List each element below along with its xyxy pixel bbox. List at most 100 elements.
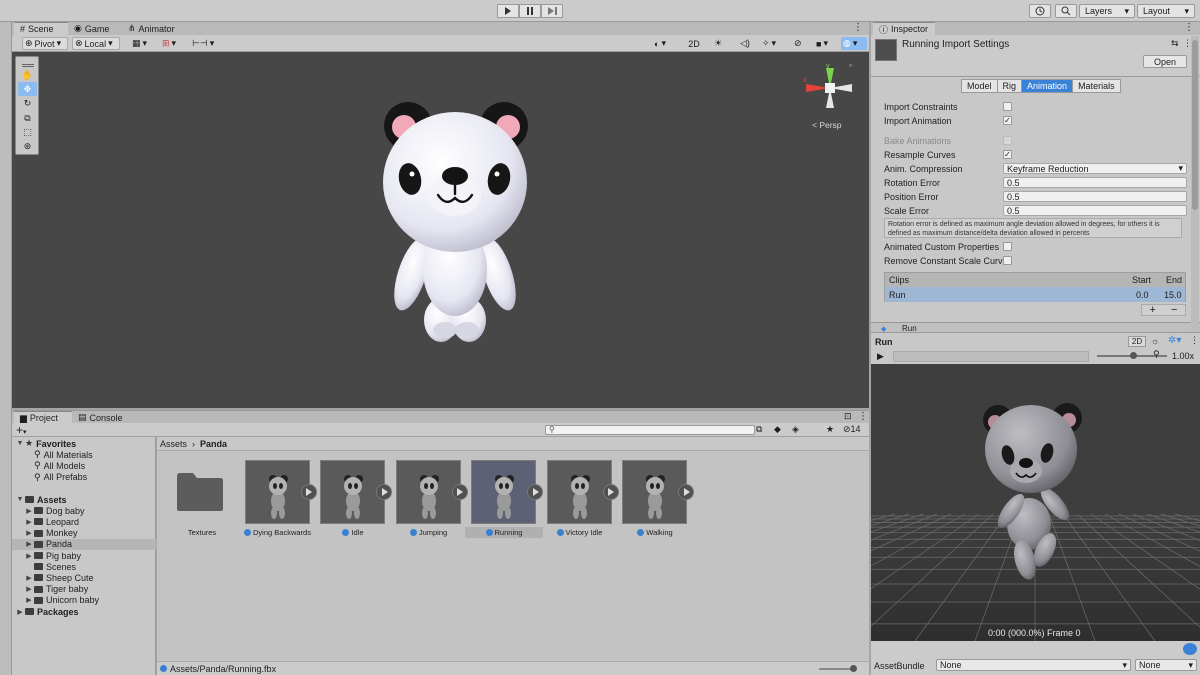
breadcrumb-panda[interactable]: Panda xyxy=(200,439,227,449)
align-button[interactable]: ⊢⊣ ▾ xyxy=(190,37,216,50)
remove-clip-button[interactable]: − xyxy=(1171,304,1177,316)
tree-item-dog-baby[interactable]: ▶ Dog baby xyxy=(12,505,156,516)
tab-animation[interactable]: Animation xyxy=(1021,79,1074,93)
speed-slider-thumb[interactable] xyxy=(1130,352,1137,359)
asset-idle[interactable]: Idle xyxy=(308,460,392,540)
local-toggle[interactable]: ⊗ Local ▾ xyxy=(72,37,120,50)
asset-jumping[interactable]: Jumping xyxy=(384,460,468,540)
preview-avatar-icon[interactable]: ✲▾ xyxy=(1168,335,1181,346)
lock-icon[interactable]: ⊡ xyxy=(844,411,852,422)
preview-light-icon[interactable]: ☼ xyxy=(1151,336,1159,346)
add-clip-button[interactable]: + xyxy=(1150,304,1156,316)
tag-icon[interactable] xyxy=(1183,643,1197,655)
tree-item-scenes[interactable]: Scenes xyxy=(12,561,156,572)
search-button[interactable] xyxy=(1055,4,1077,18)
tab-menu-icon[interactable]: ⋮ xyxy=(858,411,868,422)
asset-dying-backwards[interactable]: Dying Backwards xyxy=(233,460,317,540)
zoom-slider[interactable] xyxy=(819,665,858,672)
expand-arrow-icon[interactable]: ▼ xyxy=(15,440,25,447)
settings-icon[interactable]: ⇆ xyxy=(1171,38,1179,49)
remove-constant-scale-checkbox[interactable] xyxy=(1003,256,1012,265)
import-constraints-checkbox[interactable] xyxy=(1003,102,1012,111)
tree-item-all-prefabs[interactable]: ⚲ All Prefabs xyxy=(12,472,156,483)
anim-compression-select[interactable]: Keyframe Reduction ▾ xyxy=(1003,163,1187,174)
animation-preview[interactable]: 0:00 (000.0%) Frame 0 ● xyxy=(871,364,1200,641)
preview-menu-icon[interactable]: ⋮ xyxy=(1190,335,1199,346)
tab-inspector[interactable]: ⓘ Inspector xyxy=(873,22,935,35)
search-by-type-icon[interactable]: ⧉ xyxy=(756,424,762,435)
gizmos-button[interactable]: ◍ ▾ xyxy=(841,37,867,50)
collapse-arrow-icon[interactable]: ▶ xyxy=(24,540,34,548)
tab-game[interactable]: ◉ Game xyxy=(68,22,122,35)
pause-button[interactable] xyxy=(519,4,541,18)
saved-search-icon[interactable]: ◈ xyxy=(792,424,799,435)
animated-custom-properties-checkbox[interactable] xyxy=(1003,242,1012,251)
tree-item-unicorn-baby[interactable]: ▶ Unicorn baby xyxy=(12,595,156,606)
collapse-arrow-icon[interactable]: ▶ xyxy=(24,507,34,515)
rotate-tool[interactable]: ↻ xyxy=(18,96,37,110)
tree-item-all-materials[interactable]: ⚲ All Materials xyxy=(12,449,156,460)
position-error-field[interactable]: 0.5 xyxy=(1003,191,1187,202)
tab-menu-icon[interactable]: ⋮ xyxy=(1184,22,1194,33)
preview-play-button[interactable]: ▶ xyxy=(877,351,884,362)
pivot-toggle[interactable]: ⊕ Pivot ▾ xyxy=(22,37,68,50)
move-tool[interactable]: ✥ xyxy=(18,82,37,96)
tree-item-tiger-baby[interactable]: ▶ Tiger baby xyxy=(12,584,156,595)
tab-materials[interactable]: Materials xyxy=(1072,79,1121,93)
tree-item-panda[interactable]: ▶ Panda xyxy=(12,538,156,550)
collapse-arrow-icon[interactable]: ▶ xyxy=(15,608,25,616)
asset-bundle-variant-select[interactable]: None ▾ xyxy=(1135,659,1197,671)
tab-scene[interactable]: # Scene xyxy=(14,22,68,35)
lighting-button[interactable]: ☀ xyxy=(712,37,726,50)
collapse-arrow-icon[interactable]: ▶ xyxy=(24,585,34,593)
scale-tool[interactable]: ⧉ xyxy=(18,111,37,125)
tab-model[interactable]: Model xyxy=(961,79,998,93)
play-button[interactable] xyxy=(497,4,519,18)
tree-item-monkey[interactable]: ▶ Monkey xyxy=(12,528,156,539)
tab-menu-icon[interactable]: ⋮ xyxy=(853,22,863,33)
hand-tool[interactable]: ✋ xyxy=(18,68,37,82)
next-clip-header[interactable]: ◆ Run xyxy=(871,322,1200,332)
asset-textures[interactable]: Textures xyxy=(157,460,231,540)
play-preview-icon[interactable] xyxy=(678,484,694,500)
tree-item-pig-baby[interactable]: ▶ Pig baby xyxy=(12,550,156,561)
inspector-scroll-thumb[interactable] xyxy=(1192,40,1198,210)
scale-error-field[interactable]: 0.5 xyxy=(1003,205,1187,216)
lock-icon[interactable]: ▫ xyxy=(849,61,852,70)
hidden-packages-button[interactable]: ⊘14 xyxy=(843,424,861,435)
layout-dropdown[interactable]: Layout ▾ xyxy=(1137,4,1195,18)
search-by-label-icon[interactable]: ◆ xyxy=(774,424,781,435)
grid-snap-button[interactable]: ▦ ▾ xyxy=(130,37,156,50)
step-button[interactable] xyxy=(541,4,563,18)
breadcrumb-assets[interactable]: Assets xyxy=(160,439,187,449)
collapse-arrow-icon[interactable]: ▶ xyxy=(24,518,34,526)
inspector-scrollbar[interactable] xyxy=(1191,36,1199,332)
resample-curves-checkbox[interactable]: ✓ xyxy=(1003,150,1012,159)
tab-animator[interactable]: ⋔ Animator xyxy=(122,22,192,35)
import-animation-checkbox[interactable]: ✓ xyxy=(1003,116,1012,125)
tree-item-favorites[interactable]: ▼ ★ Favorites xyxy=(12,438,156,449)
collapse-arrow-icon[interactable]: ▶ xyxy=(24,596,34,604)
effects-button[interactable]: ✧ ▾ xyxy=(760,37,786,50)
layers-dropdown[interactable]: Layers ▾ xyxy=(1079,4,1135,18)
asset-running[interactable]: Running xyxy=(459,460,543,540)
scene-viewport[interactable]: y x ▫ < Persp xyxy=(12,52,869,408)
camera-button[interactable]: ■ ▾ xyxy=(814,37,840,50)
tree-item-leopard[interactable]: ▶ Leopard xyxy=(12,516,156,527)
tree-item-all-models[interactable]: ⚲ All Models xyxy=(12,460,156,471)
transform-tool[interactable]: ⊛ xyxy=(18,139,37,153)
tree-item-sheep-cute[interactable]: ▶ Sheep Cute xyxy=(12,572,156,583)
asset-walking[interactable]: Walking xyxy=(610,460,694,540)
preview-timeline[interactable] xyxy=(893,351,1089,362)
mode-2d-button[interactable]: 2D xyxy=(685,37,703,50)
open-button[interactable]: Open xyxy=(1143,55,1187,68)
rect-tool[interactable]: ⬚ xyxy=(18,125,37,139)
draw-mode-button[interactable]: ◐ ▾ xyxy=(652,37,678,50)
history-button[interactable] xyxy=(1029,4,1051,18)
collapse-arrow-icon[interactable]: ▶ xyxy=(24,529,34,537)
preview-2d-button[interactable]: 2D xyxy=(1128,336,1146,347)
tree-item-packages[interactable]: ▶ Packages xyxy=(12,606,156,617)
collapse-arrow-icon[interactable]: ▶ xyxy=(24,574,34,582)
collapse-arrow-icon[interactable]: ▶ xyxy=(24,552,34,560)
increment-snap-button[interactable]: ⊞ ▾ xyxy=(160,37,186,50)
